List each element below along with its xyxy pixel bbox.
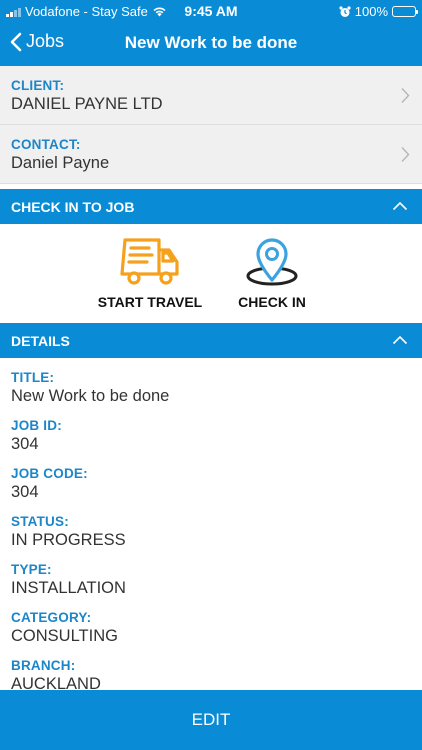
client-row[interactable]: CLIENT: DANIEL PAYNE LTD	[0, 66, 422, 125]
start-travel-button[interactable]: START TRAVEL	[85, 236, 215, 310]
details-section-header[interactable]: DETAILS	[0, 323, 422, 358]
status-bar: Vodafone - Stay Safe 9:45 AM 100%	[0, 0, 422, 22]
field-value: CONSULTING	[11, 627, 118, 645]
location-pin-icon	[246, 238, 298, 286]
field-label: BRANCH:	[11, 658, 76, 673]
page-title: New Work to be done	[124, 33, 298, 52]
edit-button[interactable]: EDIT	[0, 690, 422, 750]
details-list: TITLE: New Work to be done JOB ID: 304 J…	[0, 358, 422, 690]
field-label: TITLE:	[11, 370, 55, 385]
field-label: CATEGORY:	[11, 610, 92, 625]
field-value: 304	[11, 483, 39, 501]
checkin-section-title: CHECK IN TO JOB	[11, 199, 135, 215]
field-value: New Work to be done	[11, 387, 170, 405]
field-category: CATEGORY: CONSULTING	[11, 610, 118, 646]
field-job-code: JOB CODE: 304	[11, 466, 88, 502]
check-in-label: CHECK IN	[238, 294, 306, 310]
battery-percent: 100%	[354, 4, 388, 19]
field-value: IN PROGRESS	[11, 531, 126, 549]
field-label: JOB CODE:	[11, 466, 88, 481]
field-label: TYPE:	[11, 562, 52, 577]
client-value: DANIEL PAYNE LTD	[11, 95, 163, 113]
field-branch: BRANCH: AUCKLAND	[11, 658, 101, 690]
field-label: STATUS:	[11, 514, 69, 529]
details-section-title: DETAILS	[11, 333, 70, 349]
start-travel-label: START TRAVEL	[97, 294, 203, 310]
nav-bar: Jobs New Work to be done	[0, 22, 422, 66]
contact-label: CONTACT:	[11, 137, 81, 152]
alarm-icon	[339, 5, 351, 17]
contact-value: Daniel Payne	[11, 154, 110, 172]
client-label: CLIENT:	[11, 78, 65, 93]
checkin-actions: START TRAVEL CHECK IN	[0, 224, 422, 323]
contact-row[interactable]: CONTACT: Daniel Payne	[0, 125, 422, 184]
field-label: JOB ID:	[11, 418, 62, 433]
chevron-up-icon	[392, 335, 408, 345]
chevron-up-icon	[392, 201, 408, 211]
field-value: AUCKLAND	[11, 675, 101, 690]
field-type: TYPE: INSTALLATION	[11, 562, 126, 598]
app-header: Vodafone - Stay Safe 9:45 AM 100% Jobs N…	[0, 0, 422, 66]
check-in-button[interactable]: CHECK IN	[207, 236, 337, 310]
truck-icon	[120, 238, 179, 285]
field-status: STATUS: IN PROGRESS	[11, 514, 126, 550]
field-title: TITLE: New Work to be done	[11, 370, 169, 406]
status-right: 100%	[339, 4, 418, 19]
checkin-section-header[interactable]: CHECK IN TO JOB	[0, 189, 422, 224]
field-job-id: JOB ID: 304	[11, 418, 62, 454]
field-value: INSTALLATION	[11, 579, 126, 597]
battery-icon	[392, 6, 418, 17]
field-value: 304	[11, 435, 39, 453]
chevron-right-icon	[401, 87, 410, 104]
chevron-right-icon	[401, 146, 410, 163]
